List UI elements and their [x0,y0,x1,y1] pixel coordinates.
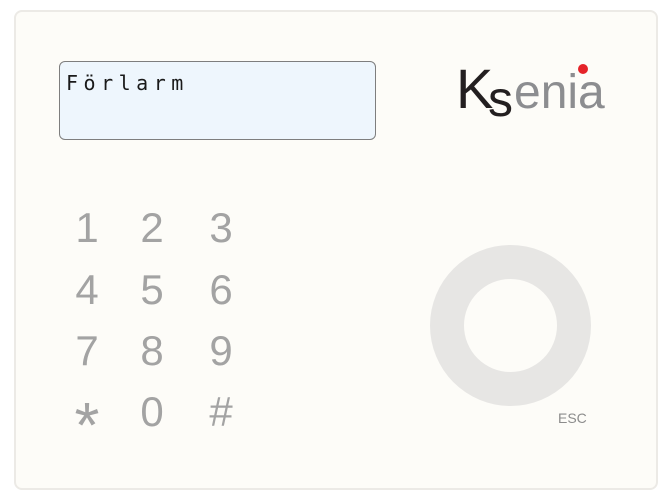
key-1[interactable]: 1 [63,202,111,254]
key-5[interactable]: 5 [128,264,176,316]
logo-s: s [488,71,513,122]
display-text: Förlarm [66,71,189,95]
logo-red-dot [578,64,588,74]
key-7[interactable]: 7 [63,325,111,377]
esc-button[interactable]: ESC [558,410,587,426]
navigation-ring[interactable] [430,245,591,406]
key-8[interactable]: 8 [128,325,176,377]
key-hash[interactable]: # [197,386,245,438]
key-star[interactable]: * [63,386,111,461]
lcd-display: Förlarm [59,61,376,140]
key-9[interactable]: 9 [197,325,245,377]
key-2[interactable]: 2 [128,202,176,254]
key-6[interactable]: 6 [197,264,245,316]
key-4[interactable]: 4 [63,264,111,316]
key-0[interactable]: 0 [128,386,176,438]
ksenia-logo: K s enia [456,57,605,122]
key-3[interactable]: 3 [197,202,245,254]
ring-center-button[interactable] [464,279,557,372]
logo-rest: enia [514,66,605,119]
keypad-panel: Förlarm K s enia 1 2 3 4 5 6 7 8 9 * 0 #… [14,10,658,490]
